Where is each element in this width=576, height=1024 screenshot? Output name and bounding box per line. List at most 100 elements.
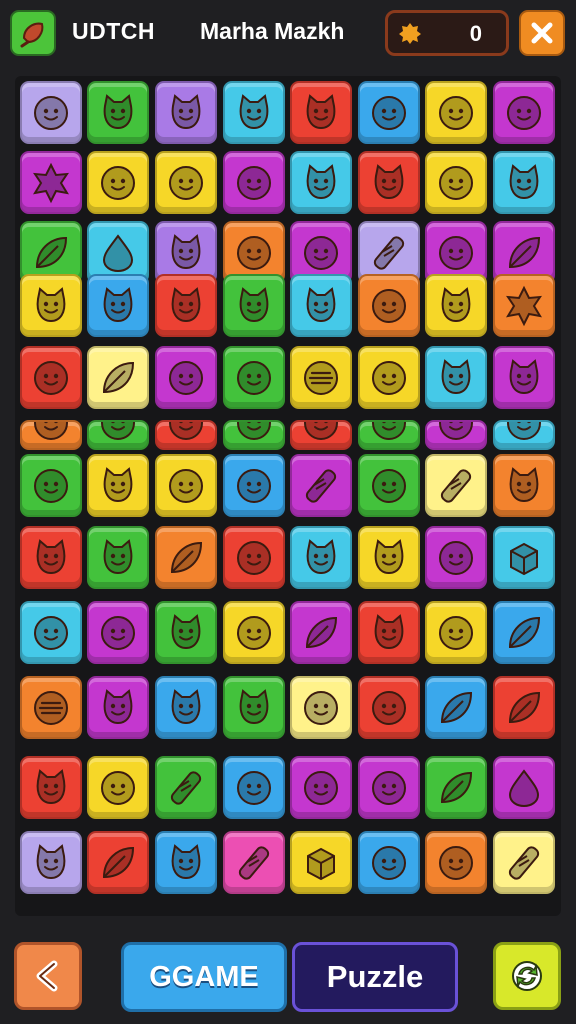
tile-face[interactable] — [155, 454, 217, 517]
tile-leaf[interactable] — [87, 346, 149, 409]
tile-cat[interactable] — [87, 676, 149, 739]
tile-leaf[interactable] — [425, 756, 487, 819]
tile-face[interactable] — [358, 274, 420, 337]
tile-stick[interactable] — [223, 831, 285, 894]
tile-face[interactable] — [223, 346, 285, 409]
tile-face[interactable] — [358, 454, 420, 517]
tile-face[interactable] — [87, 420, 149, 450]
tile-face[interactable] — [290, 676, 352, 739]
tile-face[interactable] — [290, 756, 352, 819]
tile-cat[interactable] — [87, 526, 149, 589]
tile-face[interactable] — [290, 420, 352, 450]
tile-cat[interactable] — [290, 526, 352, 589]
tile-stripe[interactable] — [290, 346, 352, 409]
tile-leaf[interactable] — [290, 601, 352, 664]
tile-face[interactable] — [20, 601, 82, 664]
tile-face[interactable] — [425, 831, 487, 894]
tile-leaf[interactable] — [493, 601, 555, 664]
tile-cat[interactable] — [493, 454, 555, 517]
tile-star[interactable] — [20, 151, 82, 214]
tile-cat[interactable] — [87, 274, 149, 337]
tile-face[interactable] — [425, 526, 487, 589]
tile-drop[interactable] — [493, 756, 555, 819]
tile-face[interactable] — [493, 420, 555, 450]
tile-face[interactable] — [20, 420, 82, 450]
tile-cat[interactable] — [20, 831, 82, 894]
tile-face[interactable] — [358, 346, 420, 409]
tile-stick[interactable] — [290, 454, 352, 517]
tile-star[interactable] — [493, 274, 555, 337]
food-icon[interactable] — [10, 10, 56, 56]
tile-leaf[interactable] — [493, 676, 555, 739]
tile-face[interactable] — [87, 756, 149, 819]
tile-cat[interactable] — [493, 346, 555, 409]
tile-cat[interactable] — [425, 346, 487, 409]
close-button[interactable] — [519, 10, 565, 56]
tile-face[interactable] — [358, 756, 420, 819]
tile-face[interactable] — [155, 346, 217, 409]
tile-stick[interactable] — [493, 831, 555, 894]
tile-box[interactable] — [290, 831, 352, 894]
tile-cat[interactable] — [155, 274, 217, 337]
tile-cat[interactable] — [425, 274, 487, 337]
tile-cat[interactable] — [290, 81, 352, 144]
tile-face[interactable] — [20, 454, 82, 517]
tile-face[interactable] — [155, 151, 217, 214]
puzzle-button[interactable]: Puzzle — [292, 942, 458, 1012]
tile-face[interactable] — [223, 420, 285, 450]
tile-face[interactable] — [223, 756, 285, 819]
tile-leaf[interactable] — [87, 831, 149, 894]
tile-face[interactable] — [87, 601, 149, 664]
tile-cat[interactable] — [87, 454, 149, 517]
tile-face[interactable] — [155, 420, 217, 450]
tile-cat[interactable] — [493, 151, 555, 214]
tile-face[interactable] — [425, 601, 487, 664]
tile-face[interactable] — [20, 81, 82, 144]
refresh-button[interactable] — [493, 942, 561, 1010]
tile-cat[interactable] — [155, 831, 217, 894]
face-icon — [169, 422, 203, 440]
tile-cat[interactable] — [290, 274, 352, 337]
tile-box[interactable] — [493, 526, 555, 589]
tile-cat[interactable] — [358, 151, 420, 214]
tile-leaf[interactable] — [425, 676, 487, 739]
tile-cat[interactable] — [155, 601, 217, 664]
tile-stick[interactable] — [155, 756, 217, 819]
face-icon — [34, 360, 68, 395]
tile-stick[interactable] — [425, 454, 487, 517]
tile-face[interactable] — [223, 526, 285, 589]
tile-face[interactable] — [358, 81, 420, 144]
tile-leaf[interactable] — [155, 526, 217, 589]
tile-cat[interactable] — [155, 81, 217, 144]
tile-cat[interactable] — [290, 151, 352, 214]
tile-cat[interactable] — [358, 601, 420, 664]
cat-icon — [36, 286, 66, 322]
tile-face[interactable] — [223, 601, 285, 664]
tile-cat[interactable] — [20, 274, 82, 337]
tile-stripe[interactable] — [20, 676, 82, 739]
tile-cat[interactable] — [358, 526, 420, 589]
tile-cat[interactable] — [223, 81, 285, 144]
tile-cat[interactable] — [155, 676, 217, 739]
back-button[interactable] — [14, 942, 82, 1010]
tile-face[interactable] — [358, 420, 420, 450]
tile-face[interactable] — [87, 151, 149, 214]
level-title: Marha Mazkh — [200, 18, 345, 44]
tile-face[interactable] — [223, 151, 285, 214]
leaf-icon — [508, 691, 541, 723]
face-icon — [372, 845, 406, 880]
tile-face[interactable] — [425, 420, 487, 450]
tile-face[interactable] — [425, 81, 487, 144]
tile-face[interactable] — [358, 676, 420, 739]
tile-face[interactable] — [493, 81, 555, 144]
tile-cat[interactable] — [20, 756, 82, 819]
tile-cat[interactable] — [87, 81, 149, 144]
game-button[interactable]: GGAME — [121, 942, 287, 1012]
tile-cat[interactable] — [223, 274, 285, 337]
tile-face[interactable] — [223, 454, 285, 517]
tile-face[interactable] — [20, 346, 82, 409]
tile-cat[interactable] — [20, 526, 82, 589]
tile-face[interactable] — [425, 151, 487, 214]
tile-cat[interactable] — [223, 676, 285, 739]
tile-face[interactable] — [358, 831, 420, 894]
